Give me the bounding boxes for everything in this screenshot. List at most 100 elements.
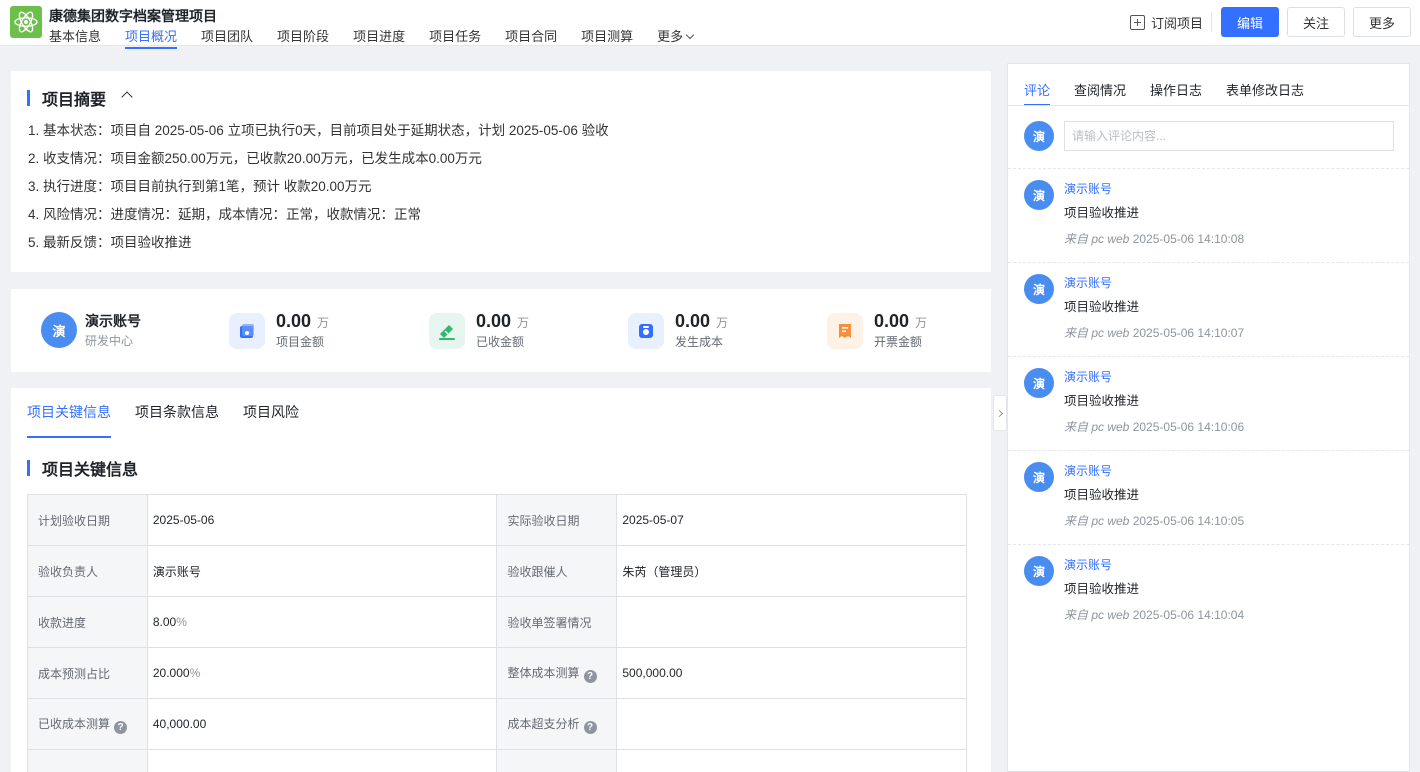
summary-line: 4. 风险情况：进度情况：延期，成本情况：正常，收款情况：正常	[28, 207, 422, 222]
avatar: 演	[1024, 462, 1054, 492]
nav-team[interactable]: 项目团队	[201, 26, 253, 46]
comment-author[interactable]: 演示账号	[1064, 368, 1112, 385]
field-label-text: 成本超支分析	[507, 716, 580, 731]
field-value: 40,000.00	[146, 698, 498, 750]
follow-button[interactable]: 关注	[1287, 7, 1345, 37]
nav-basic-info[interactable]: 基本信息	[49, 26, 101, 46]
tab-view-records[interactable]: 查阅情况	[1074, 64, 1126, 106]
owner-block: 演 演示账号 研发中心	[41, 311, 141, 349]
comment-time: 2025-05-06 14:10:08	[1132, 232, 1245, 246]
stat-label: 项目金额	[276, 335, 325, 349]
subscribe-button[interactable]: 订阅项目	[1130, 13, 1203, 32]
help-icon[interactable]: ?	[583, 720, 597, 734]
comment-author[interactable]: 演示账号	[1064, 462, 1112, 479]
owner-name: 演示账号	[85, 313, 141, 329]
table-row: 成本预测占比 20.000% 整体成本测算? 500,000.00	[27, 647, 967, 699]
tab-form-change-log[interactable]: 表单修改日志	[1226, 64, 1304, 106]
activity-panel: 评论 查阅情况 操作日志 表单修改日志 演 演 演示账号 项目验收推进 来自 p…	[1007, 63, 1410, 772]
nav-progress[interactable]: 项目进度	[353, 26, 405, 46]
nav-tasks[interactable]: 项目任务	[429, 26, 481, 46]
tab-operation-log[interactable]: 操作日志	[1150, 64, 1202, 106]
nav-contracts[interactable]: 项目合同	[505, 26, 557, 46]
comment-item: 演 演示账号 项目验收推进 来自 pc web 2025-05-06 14:10…	[1008, 168, 1409, 262]
tab-key-info[interactable]: 项目关键信息	[27, 402, 111, 438]
comment-time: 2025-05-06 14:10:06	[1132, 420, 1245, 434]
cost-icon	[628, 312, 664, 349]
avatar: 演	[1024, 368, 1054, 398]
project-nav: 基本信息 项目概况 项目团队 项目阶段 项目进度 项目任务 项目合同 项目测算 …	[49, 26, 717, 49]
stat-project-amount: 0.00 万 项目金额	[229, 311, 329, 350]
nav-more[interactable]: 更多	[657, 26, 695, 46]
key-info-title-text: 项目关键信息	[42, 462, 139, 479]
chevron-right-icon	[995, 409, 1003, 417]
percent-unit: %	[189, 666, 201, 680]
more-button[interactable]: 更多	[1353, 7, 1411, 37]
invoice-icon	[827, 312, 863, 349]
comment-author[interactable]: 演示账号	[1064, 274, 1112, 291]
field-label: 验收单签署情况	[496, 596, 618, 648]
field-label: 已收成本测算?	[27, 698, 148, 750]
title-accent-bar	[27, 460, 30, 476]
summary-line: 5. 最新反馈：项目验收推进	[28, 235, 192, 250]
tabs-divider	[1008, 105, 1409, 106]
table-row: 已收成本测算? 40,000.00 成本超支分析?	[27, 698, 967, 750]
field-value: 8.00%	[146, 596, 498, 648]
project-summary-card: 项目摘要 1. 基本状态：项目自 2025-05-06 立项已执行0天，目前项目…	[11, 71, 991, 272]
nav-overview[interactable]: 项目概况	[125, 26, 178, 49]
comment-author[interactable]: 演示账号	[1064, 180, 1112, 197]
field-value: 朱芮（管理员）	[616, 545, 967, 597]
help-icon[interactable]: ?	[114, 720, 128, 734]
comment-compose: 演	[1024, 121, 1394, 151]
summary-line: 1. 基本状态：项目自 2025-05-06 立项已执行0天，目前项目处于延期状…	[28, 123, 609, 138]
field-value: 2025-05-07	[616, 494, 967, 546]
field-value: 2025-05-06	[146, 494, 498, 546]
table-row: 收款进度 8.00% 验收单签署情况	[27, 596, 967, 648]
avatar: 演	[1024, 556, 1054, 586]
comment-meta: 来自 pc web 2025-05-06 14:10:08	[1064, 230, 1244, 247]
nav-stage[interactable]: 项目阶段	[277, 26, 329, 46]
avatar: 演	[1024, 274, 1054, 304]
field-label: 验收跟催人	[496, 545, 618, 597]
comment-item: 演 演示账号 项目验收推进 来自 pc web 2025-05-06 14:10…	[1008, 544, 1409, 638]
field-label: 验收负责人	[27, 545, 148, 597]
edit-button[interactable]: 编辑	[1221, 7, 1279, 37]
comment-meta: 来自 pc web 2025-05-06 14:10:04	[1064, 606, 1244, 623]
field-value	[616, 698, 967, 750]
owner-dept: 研发中心	[85, 334, 134, 348]
avatar: 演	[41, 312, 77, 348]
comment-source: 来自 pc web	[1064, 514, 1130, 528]
stat-unit: 万	[517, 316, 530, 330]
stat-received-amount: 0.00 万 已收金额	[429, 311, 529, 350]
stat-value: 0.00	[276, 311, 312, 331]
tab-risk[interactable]: 项目风险	[243, 402, 299, 438]
panel-collapse-toggle[interactable]	[993, 395, 1007, 431]
comment-list: 演 演示账号 项目验收推进 来自 pc web 2025-05-06 14:10…	[1008, 168, 1409, 638]
percent-unit: %	[176, 615, 187, 629]
stat-unit: 万	[716, 316, 729, 330]
table-row: 验收负责人 演示账号 验收跟催人 朱芮（管理员）	[27, 545, 967, 597]
project-stats-card: 演 演示账号 研发中心 0.00 万 项目金额 0.00 万 已收金额 0.00 万 …	[11, 289, 991, 372]
field-value	[616, 596, 967, 648]
tab-comments[interactable]: 评论	[1024, 64, 1051, 106]
comment-input[interactable]	[1064, 121, 1394, 151]
tab-terms-info[interactable]: 项目条款信息	[135, 402, 219, 438]
field-label: 整体成本测算?	[496, 647, 618, 699]
comment-author[interactable]: 演示账号	[1064, 556, 1112, 573]
stat-invoice-amount: 0.00 万 开票金额	[827, 311, 927, 350]
nav-estimate[interactable]: 项目测算	[581, 26, 633, 46]
chevron-down-icon	[685, 30, 695, 40]
nav-more-label: 更多	[657, 29, 684, 44]
comment-meta: 来自 pc web 2025-05-06 14:10:07	[1064, 324, 1244, 341]
comment-meta: 来自 pc web 2025-05-06 14:10:05	[1064, 512, 1244, 529]
help-icon[interactable]: ?	[583, 669, 597, 683]
stat-value: 0.00	[476, 311, 512, 331]
field-label-text: 整体成本测算	[507, 665, 580, 680]
comment-text: 项目验收推进	[1064, 394, 1140, 408]
field-label: 实际验收日期	[496, 494, 618, 546]
collapse-chevron-icon[interactable]	[121, 91, 133, 103]
stat-value: 0.00	[874, 311, 910, 331]
header-divider	[1211, 12, 1212, 32]
field-label	[27, 749, 148, 772]
avatar: 演	[1024, 121, 1054, 151]
avatar: 演	[1024, 180, 1054, 210]
